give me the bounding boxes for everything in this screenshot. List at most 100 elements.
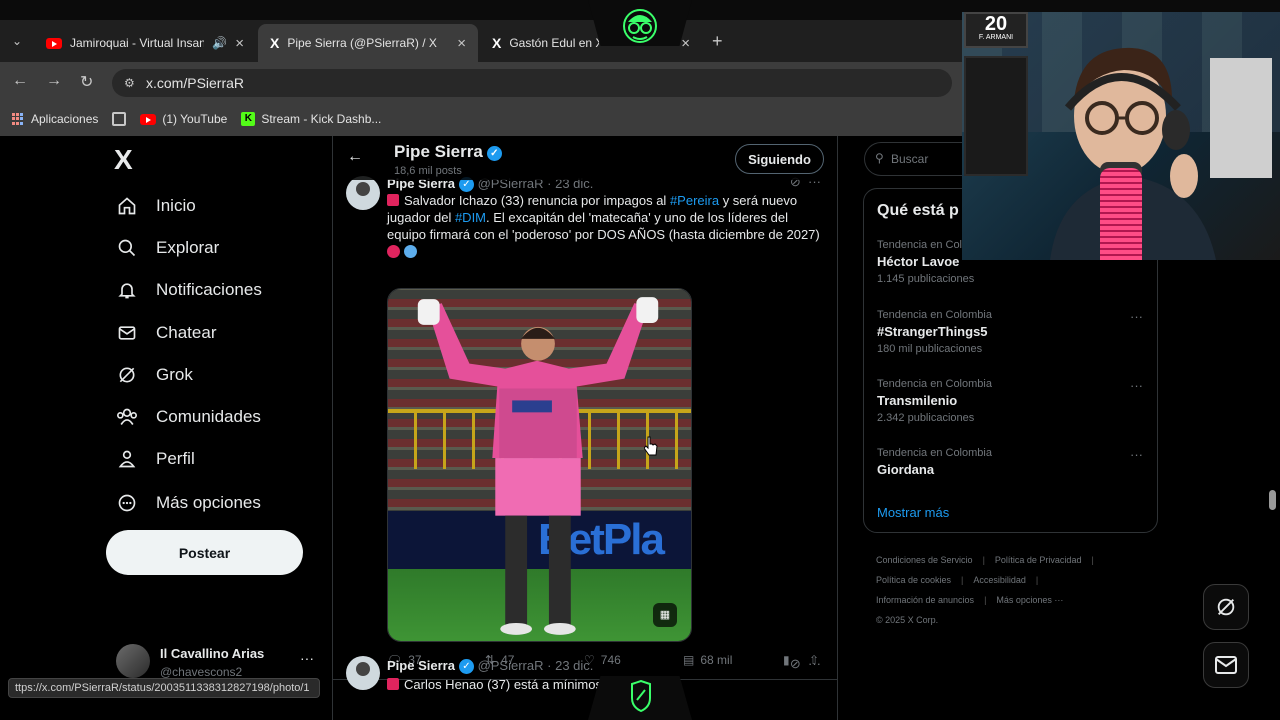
more-dots-icon[interactable]: ··· xyxy=(1130,378,1143,393)
bookmark-label: Stream - Kick Dashb... xyxy=(261,112,382,126)
hashtag-link[interactable]: #DIM xyxy=(455,210,486,225)
bookmark-kick[interactable]: K Stream - Kick Dashb... xyxy=(241,112,381,126)
separator-dot: · xyxy=(547,658,552,673)
home-icon xyxy=(116,195,138,217)
webcam-overlay: 20 F. ARMANI xyxy=(962,12,1280,260)
nav-label: Notificaciones xyxy=(156,280,262,299)
more-dots-icon[interactable]: ··· xyxy=(300,650,314,666)
nav-label: Grok xyxy=(156,365,193,384)
grid-icon[interactable] xyxy=(112,112,127,126)
author-handle[interactable]: @PSierraR xyxy=(478,658,544,673)
tab-title: Pipe Sierra (@PSierraR) / X xyxy=(287,36,437,50)
footer-link[interactable]: Información de anuncios xyxy=(876,595,974,605)
trend-item[interactable]: Tendencia en Colombia #StrangerThings5 1… xyxy=(877,309,1147,355)
bookmark-youtube[interactable]: (1) YouTube xyxy=(140,112,227,126)
account-handle: @chavescons2 xyxy=(160,665,243,679)
tab-pipe-sierra[interactable]: X Pipe Sierra (@PSierraR) / X × xyxy=(258,24,478,62)
tweet[interactable]: Pipe Sierra ✓ @PSierraR · 23 dic. ⊘ ··· S… xyxy=(333,172,837,680)
account-switcher[interactable]: Il Cavallino Arias @chavescons2 ··· xyxy=(116,640,326,679)
more-dots-icon[interactable]: ··· xyxy=(1130,447,1143,462)
trend-context: Tendencia en Colombia xyxy=(877,378,992,390)
x-logo-icon: X xyxy=(270,35,280,51)
messages-float-button[interactable] xyxy=(1203,642,1249,688)
trend-count: 2.342 publicaciones xyxy=(877,412,975,424)
mail-icon xyxy=(116,322,138,344)
tab-title: Jamiroquai - Virtual Insanity xyxy=(70,36,205,50)
text-segment: Carlos Henao (37) está a mínimos d xyxy=(404,677,613,692)
more-dots-icon[interactable]: ··· xyxy=(1130,309,1143,324)
address-bar[interactable]: ⚙ x.com/PSierraR xyxy=(112,69,952,97)
tweet-menu: ⊘ ··· xyxy=(790,656,821,672)
avatar[interactable] xyxy=(346,656,380,690)
grok-image-icon[interactable]: ▦ xyxy=(653,603,677,627)
bookmark-label: (1) YouTube xyxy=(162,112,228,126)
post-count: 18,6 mil posts xyxy=(394,165,462,177)
mail-icon xyxy=(1215,656,1237,674)
tweet-date[interactable]: 23 dic. xyxy=(555,658,593,673)
close-tab-icon[interactable]: × xyxy=(457,35,466,52)
verified-badge-icon: ✓ xyxy=(486,146,502,161)
close-tab-icon[interactable]: × xyxy=(235,35,244,52)
bookmark-apps[interactable]: Aplicaciones xyxy=(12,112,98,126)
x-logo-icon[interactable]: X xyxy=(114,144,133,176)
bookmarks-bar: Aplicaciones (1) YouTube K Stream - Kick… xyxy=(0,102,962,136)
footer-link[interactable]: Accesibilidad xyxy=(973,575,1026,585)
close-tab-icon[interactable]: × xyxy=(681,35,690,52)
grok-float-button[interactable] xyxy=(1203,584,1249,630)
tweet-header: Pipe Sierra ✓ @PSierraR · 23 dic. xyxy=(387,658,593,674)
tweet-photo[interactable]: BetPla ▦ xyxy=(387,288,692,642)
nav-item-profile[interactable]: Perfil xyxy=(116,441,195,477)
nav-item-explore[interactable]: Explorar xyxy=(116,230,219,266)
shield-logo-icon xyxy=(631,680,651,712)
trend-item[interactable]: Tendencia en Colombia Transmilenio 2.342… xyxy=(877,378,1147,424)
nav-item-chat[interactable]: Chatear xyxy=(116,315,216,351)
jersey-number: 20 xyxy=(984,13,1008,35)
search-input[interactable]: ⚲ Buscar xyxy=(864,142,962,176)
author-name[interactable]: Pipe Sierra xyxy=(387,658,455,673)
footer-links: Condiciones de Servicio | Política de Priv… xyxy=(876,555,1094,625)
following-button[interactable]: Siguiendo xyxy=(735,144,824,174)
profile-name: Pipe Sierra ✓ xyxy=(394,142,502,162)
search-icon: ⚲ xyxy=(875,151,884,165)
footer-link[interactable]: Política de Privacidad xyxy=(995,555,1082,565)
nav-label: Inicio xyxy=(156,196,196,215)
hashtag-link[interactable]: #Pereira xyxy=(670,193,719,208)
grok-icon xyxy=(1217,598,1235,616)
link-status-bar: ttps://x.com/PSierraR/status/20035113383… xyxy=(8,678,320,698)
scrollbar-thumb[interactable] xyxy=(1269,490,1276,510)
more-dots-icon[interactable]: ··· xyxy=(808,656,821,671)
back-arrow-icon[interactable]: ← xyxy=(12,72,28,90)
nav-label: Más opciones xyxy=(156,493,261,512)
nav-item-grok[interactable]: Grok xyxy=(116,357,193,393)
avatar xyxy=(116,644,150,678)
nav-item-communities[interactable]: Comunidades xyxy=(116,399,261,435)
url-text: x.com/PSierraR xyxy=(146,75,245,91)
back-arrow-icon[interactable]: ← xyxy=(347,148,363,166)
nav-item-home[interactable]: Inicio xyxy=(116,188,196,224)
new-tab-icon[interactable]: + xyxy=(712,31,723,52)
grok-icon[interactable]: ⊘ xyxy=(790,656,801,671)
search-icon xyxy=(116,237,138,259)
nav-item-notifications[interactable]: Notificaciones xyxy=(116,272,262,308)
footer-link[interactable]: Más opciones ··· xyxy=(996,595,1063,605)
audio-playing-icon[interactable]: 🔊 xyxy=(212,36,227,50)
tab-jamiroquai[interactable]: Jamiroquai - Virtual Insanity 🔊 × xyxy=(34,24,256,62)
youtube-icon xyxy=(140,113,157,125)
post-button[interactable]: Postear xyxy=(106,530,303,575)
nav-item-more[interactable]: Más opciones xyxy=(116,485,261,521)
tab-list-chevron-icon[interactable]: ⌄ xyxy=(12,34,22,48)
show-more-link[interactable]: Mostrar más xyxy=(877,505,949,520)
grok-icon xyxy=(116,364,138,386)
forward-arrow-icon[interactable]: → xyxy=(46,72,62,90)
trend-count: 1.145 publicaciones xyxy=(877,273,975,285)
tweet[interactable]: Pipe Sierra ✓ @PSierraR · 23 dic. ⊘ ··· C… xyxy=(333,654,837,720)
site-settings-icon[interactable]: ⚙ xyxy=(124,76,135,90)
avatar[interactable] xyxy=(346,176,380,210)
footer-link[interactable]: Condiciones de Servicio xyxy=(876,555,973,565)
trend-item[interactable]: Tendencia en Colombia Giordana ··· xyxy=(877,447,1147,477)
framed-poster xyxy=(964,56,1028,176)
reload-icon[interactable]: ↻ xyxy=(80,72,93,92)
trend-count: 180 mil publicaciones xyxy=(877,343,983,355)
footer-link[interactable]: Política de cookies xyxy=(876,575,951,585)
siren-emoji-icon xyxy=(387,678,399,690)
